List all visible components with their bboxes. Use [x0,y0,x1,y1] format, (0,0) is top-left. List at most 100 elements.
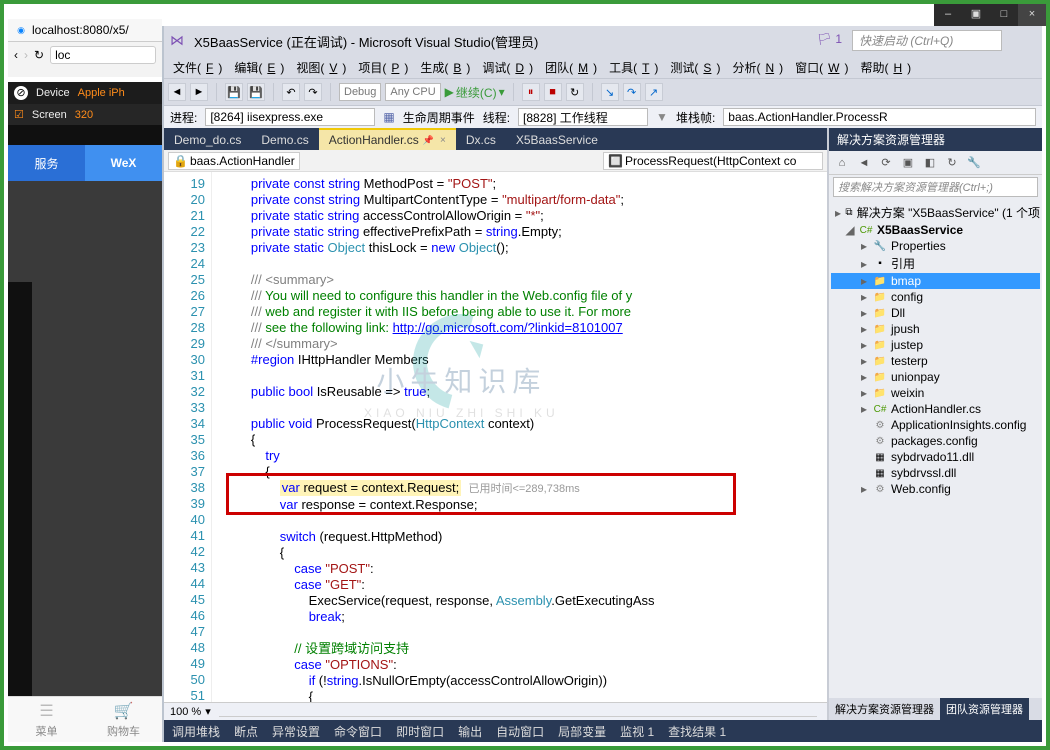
back-icon[interactable]: ◄ [855,154,873,172]
collapse-icon[interactable]: ▣ [899,154,917,172]
restore-icon[interactable]: ▣ [962,4,990,26]
tree-item[interactable]: sybdrvssl.dll [891,466,956,480]
redo-icon[interactable]: ↷ [304,83,322,101]
menu-debug[interactable]: 调试(D) [477,58,538,77]
stackframe-combo[interactable]: baas.ActionHandler.ProcessR [723,108,1036,126]
pin-icon[interactable]: 📌 [423,135,434,146]
showall-icon[interactable]: ◧ [921,154,939,172]
tree-item[interactable]: Web.config [891,482,951,496]
browser-tab[interactable]: ◉ localhost:8080/x5/ [8,19,162,42]
close-icon[interactable]: × [1018,4,1046,26]
expand-icon[interactable]: ▸ [835,206,841,220]
tree-item[interactable]: justep [891,338,923,352]
menu-test[interactable]: 测试(S) [665,58,725,77]
home-icon[interactable]: ⌂ [833,154,851,172]
solution-root[interactable]: 解决方案 "X5BaasService" (1 个项 [857,204,1040,221]
step-out-icon[interactable]: ↗ [645,83,663,101]
member-combo[interactable]: 🔲 ProcessRequest(HttpContext co [603,152,823,170]
filter-icon[interactable]: ▼ [656,110,668,124]
menu-build[interactable]: 生成(B) [415,58,475,77]
tab-actionhandler[interactable]: ActionHandler.cs📌× [319,128,456,150]
solution-tree[interactable]: ▸⧉解决方案 "X5BaasService" (1 个项 ◢C#X5BaasSe… [829,199,1042,698]
nav-fwd-icon[interactable]: ► [190,83,208,101]
code-editor[interactable]: 19 20 21 22 23 24 25 26 27 28 29 30 31 3… [164,172,827,702]
stop-icon[interactable]: ■ [544,83,562,101]
quick-launch-input[interactable]: 快速启动 (Ctrl+Q) [852,30,1002,51]
menu-analyze[interactable]: 分析(N) [727,58,788,77]
tab-close-icon[interactable]: × [440,135,446,146]
vs-titlebar[interactable]: ⋈ X5BaasService (正在调试) - Microsoft Visua… [164,26,1042,56]
tab-wex[interactable]: WeX [85,145,162,181]
project-node[interactable]: X5BaasService [877,223,963,237]
foot-callstack[interactable]: 调用堆栈 [172,723,220,740]
saveall-icon[interactable]: 💾 [247,83,265,101]
config-combo[interactable]: Debug [339,83,381,101]
step-into-icon[interactable]: ↘ [601,83,619,101]
undo-icon[interactable]: ↶ [282,83,300,101]
max-icon[interactable]: □ [990,4,1018,26]
continue-button[interactable]: ▶ 继续(C) ▾ [445,84,505,101]
tree-item[interactable]: config [891,290,923,304]
nav-fwd-icon[interactable]: › [24,48,28,62]
notification-flag-icon[interactable]: 🏳 1 [817,32,842,46]
tree-item[interactable]: Properties [891,239,946,253]
foot-command[interactable]: 命令窗口 [334,723,382,740]
nav-reload-icon[interactable]: ↻ [34,48,44,62]
foot-find[interactable]: 查找结果 1 [668,723,726,740]
tree-item[interactable]: ApplicationInsights.config [891,418,1026,432]
foot-locals[interactable]: 局部变量 [558,723,606,740]
tab-solution-explorer[interactable]: 解决方案资源管理器 [829,698,940,720]
class-combo[interactable]: 🔒 baas.ActionHandler [168,152,300,170]
tree-item[interactable]: packages.config [891,434,978,448]
props-icon[interactable]: 🔧 [965,154,983,172]
platform-combo[interactable]: Any CPU [385,83,440,101]
menu-window[interactable]: 窗口(W) [790,58,853,77]
min-icon[interactable]: – [934,4,962,26]
tab-service[interactable]: 服务 [8,145,85,181]
tab-x5baas[interactable]: X5BaasService [506,130,608,150]
foot-exceptions[interactable]: 异常设置 [272,723,320,740]
pause-icon[interactable]: ⏸ [522,83,540,101]
tab-demo[interactable]: Demo.cs [251,130,318,150]
nav-cart[interactable]: 🛒购物车 [85,697,162,742]
lifecycle-icon[interactable]: ▦ [383,110,394,124]
tree-item[interactable]: sybdrvado11.dll [891,450,974,464]
foot-output[interactable]: 输出 [458,723,482,740]
foot-watch[interactable]: 监视 1 [620,723,654,740]
nav-back-icon[interactable]: ‹ [14,48,18,62]
thread-combo[interactable]: [8828] 工作线程 [518,108,648,126]
tab-dx[interactable]: Dx.cs [456,130,506,150]
process-combo[interactable]: [8264] iisexpress.exe [205,108,375,126]
tree-item[interactable]: Dll [891,306,905,320]
tree-item[interactable]: weixin [891,386,924,400]
tree-item[interactable]: 引用 [891,255,915,272]
tree-item[interactable]: bmap [891,274,921,288]
menu-team[interactable]: 团队(M) [540,58,602,77]
screen-width[interactable]: 320 [75,109,93,121]
foot-immediate[interactable]: 即时窗口 [396,723,444,740]
h-scrollbar[interactable] [219,707,817,717]
solution-search-input[interactable]: 搜索解决方案资源管理器(Ctrl+;) [833,177,1038,197]
menu-help[interactable]: 帮助(H) [855,58,916,77]
sync-icon[interactable]: ⟳ [877,154,895,172]
menu-tools[interactable]: 工具(T) [604,58,663,77]
foot-breakpoints[interactable]: 断点 [234,723,258,740]
menu-view[interactable]: 视图(V) [291,58,351,77]
expand-icon[interactable]: ◢ [845,223,855,237]
refresh-icon[interactable]: ↻ [943,154,961,172]
check-icon[interactable]: ☑ [14,108,24,121]
tree-item[interactable]: unionpay [891,370,940,384]
url-input[interactable]: loc [50,46,156,64]
menu-project[interactable]: 项目(P) [353,58,413,77]
nav-back-icon[interactable]: ◄ [168,83,186,101]
device-model[interactable]: Apple iPh [78,87,125,99]
foot-autos[interactable]: 自动窗口 [496,723,544,740]
tree-item[interactable]: jpush [891,322,920,336]
lifecycle-label[interactable]: 生命周期事件 [403,109,475,126]
dropdown-icon[interactable]: ▾ [205,705,211,718]
zoom-combo[interactable]: 100 % [170,706,201,718]
menu-file[interactable]: 文件(F) [168,58,227,77]
tree-item[interactable]: testerp [891,354,928,368]
nav-menu[interactable]: ☰菜单 [8,697,85,742]
restart-icon[interactable]: ↻ [566,83,584,101]
